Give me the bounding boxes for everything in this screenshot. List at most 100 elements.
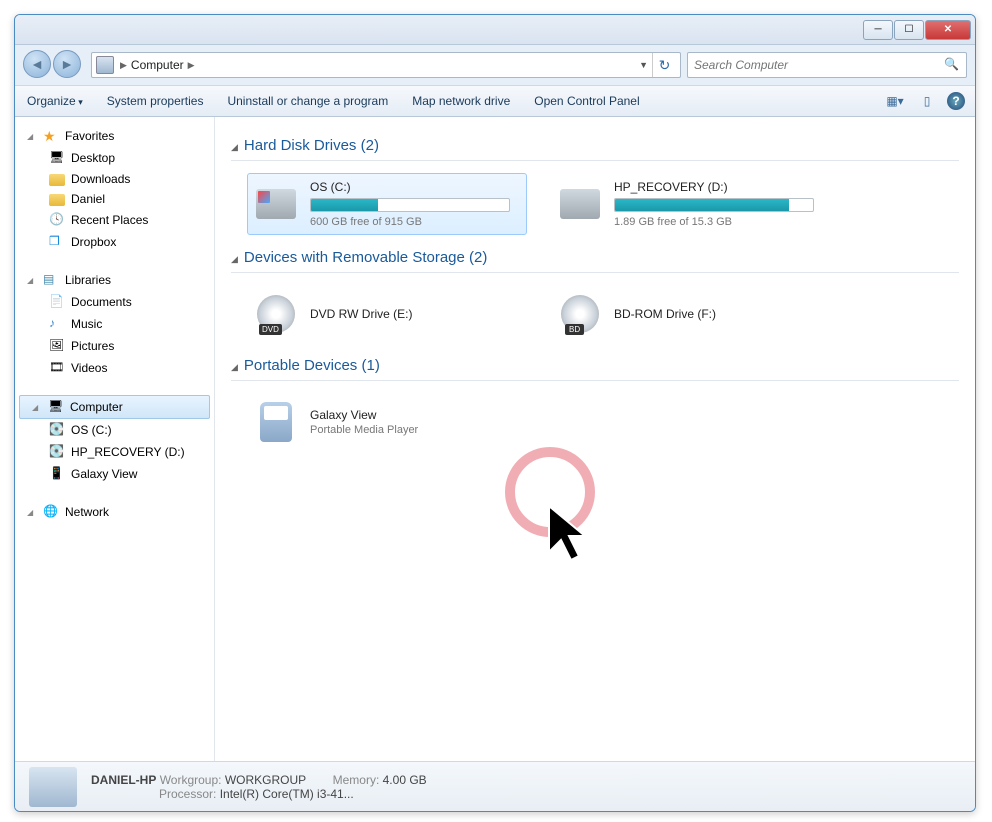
folder-icon bbox=[49, 174, 65, 186]
breadcrumb-sep[interactable]: ▶ bbox=[186, 60, 197, 71]
computer-icon bbox=[96, 56, 114, 74]
refresh-button[interactable]: ↻ bbox=[652, 53, 676, 77]
storage-bar bbox=[310, 198, 510, 212]
breadcrumb-location[interactable]: Computer bbox=[129, 58, 186, 72]
dropbox-icon: ❒ bbox=[49, 234, 65, 250]
divider bbox=[231, 380, 959, 381]
back-button[interactable]: ◄ bbox=[23, 50, 51, 78]
sidebar-favorites-group: ★ Favorites 🖥Desktop Downloads Daniel 🕓R… bbox=[15, 125, 214, 253]
dvd-icon bbox=[254, 292, 298, 336]
device-icon: 📱 bbox=[49, 466, 65, 482]
organize-menu[interactable]: Organize bbox=[25, 90, 85, 112]
network-icon: 🌐 bbox=[43, 504, 59, 520]
sidebar-computer-header[interactable]: 🖥 Computer bbox=[19, 395, 210, 419]
drive-sub: Portable Media Player bbox=[310, 424, 520, 436]
libraries-label: Libraries bbox=[65, 273, 111, 287]
section-hdd-header[interactable]: Hard Disk Drives (2) bbox=[231, 133, 959, 158]
sidebar-favorites-header[interactable]: ★ Favorites bbox=[15, 125, 214, 147]
section-removable-header[interactable]: Devices with Removable Storage (2) bbox=[231, 245, 959, 270]
status-bar: DANIEL-HP Workgroup: WORKGROUP Memory: 4… bbox=[15, 761, 975, 811]
drive-icon: 💽 bbox=[49, 444, 65, 460]
minimize-button[interactable]: ─ bbox=[863, 20, 893, 40]
drive-info: HP_RECOVERY (D:) 1.89 GB free of 15.3 GB bbox=[614, 180, 824, 228]
titlebar: ─ ☐ ✕ bbox=[15, 15, 975, 45]
drive-os[interactable]: OS (C:) 600 GB free of 915 GB bbox=[247, 173, 527, 235]
control-panel-button[interactable]: Open Control Panel bbox=[532, 90, 641, 112]
click-highlight-circle bbox=[505, 447, 595, 537]
drive-dvd[interactable]: DVD RW Drive (E:) bbox=[247, 285, 527, 343]
help-button[interactable]: ? bbox=[947, 92, 965, 110]
drive-galaxy[interactable]: Galaxy View Portable Media Player bbox=[247, 393, 527, 451]
address-row: ◄ ► ▶ Computer ▶ ▼ ↻ 🔍 bbox=[15, 45, 975, 85]
address-bar[interactable]: ▶ Computer ▶ ▼ ↻ bbox=[91, 52, 681, 78]
documents-icon: 📄 bbox=[49, 294, 65, 310]
sidebar-item-dropbox[interactable]: ❒Dropbox bbox=[15, 231, 214, 253]
preview-pane-button[interactable]: ▯ bbox=[915, 91, 939, 111]
cursor-icon bbox=[545, 502, 595, 572]
search-box[interactable]: 🔍 bbox=[687, 52, 967, 78]
media-player-icon bbox=[254, 400, 298, 444]
nav-buttons: ◄ ► bbox=[23, 50, 85, 80]
star-icon: ★ bbox=[43, 128, 59, 144]
sidebar-item-recovery[interactable]: 💽HP_RECOVERY (D:) bbox=[15, 441, 214, 463]
music-icon: ♪ bbox=[49, 316, 65, 332]
view-mode-button[interactable]: ▦▾ bbox=[883, 91, 907, 111]
sidebar-computer-group: 🖥 Computer 💽OS (C:) 💽HP_RECOVERY (D:) 📱G… bbox=[15, 395, 214, 485]
map-drive-button[interactable]: Map network drive bbox=[410, 90, 512, 112]
sidebar-item-music[interactable]: ♪Music bbox=[15, 313, 214, 335]
drive-free: 1.89 GB free of 15.3 GB bbox=[614, 216, 824, 228]
videos-icon: 🎞 bbox=[49, 360, 65, 376]
sidebar-item-daniel[interactable]: Daniel bbox=[15, 189, 214, 209]
drive-free: 600 GB free of 915 GB bbox=[310, 216, 520, 228]
removable-row: DVD RW Drive (E:) BD-ROM Drive (F:) bbox=[231, 281, 959, 347]
search-input[interactable] bbox=[694, 58, 944, 72]
drive-info: DVD RW Drive (E:) bbox=[310, 307, 520, 321]
computer-icon: 🖥 bbox=[48, 399, 64, 415]
drive-info: OS (C:) 600 GB free of 915 GB bbox=[310, 180, 520, 228]
address-dropdown[interactable]: ▼ bbox=[635, 60, 652, 70]
favorites-label: Favorites bbox=[65, 129, 114, 143]
drive-name: DVD RW Drive (E:) bbox=[310, 307, 520, 321]
breadcrumb-sep: ▶ bbox=[118, 60, 129, 71]
toolbar: Organize System properties Uninstall or … bbox=[15, 85, 975, 117]
forward-button[interactable]: ► bbox=[53, 50, 81, 78]
drive-name: Galaxy View bbox=[310, 408, 520, 422]
search-icon[interactable]: 🔍 bbox=[944, 57, 960, 73]
maximize-button[interactable]: ☐ bbox=[894, 20, 924, 40]
body-area: ★ Favorites 🖥Desktop Downloads Daniel 🕓R… bbox=[15, 117, 975, 763]
sidebar-item-galaxy[interactable]: 📱Galaxy View bbox=[15, 463, 214, 485]
close-button[interactable]: ✕ bbox=[925, 20, 971, 40]
pictures-icon: 🖼 bbox=[49, 338, 65, 354]
sidebar-item-os[interactable]: 💽OS (C:) bbox=[15, 419, 214, 441]
drive-name: OS (C:) bbox=[310, 180, 520, 194]
sidebar-item-pictures[interactable]: 🖼Pictures bbox=[15, 335, 214, 357]
sidebar-network-group: 🌐 Network bbox=[15, 501, 214, 523]
system-properties-button[interactable]: System properties bbox=[105, 90, 206, 112]
folder-icon bbox=[49, 194, 65, 206]
sidebar-libraries-header[interactable]: ▤ Libraries bbox=[15, 269, 214, 291]
hdd-icon bbox=[254, 182, 298, 226]
sidebar-item-downloads[interactable]: Downloads bbox=[15, 169, 214, 189]
drive-recovery[interactable]: HP_RECOVERY (D:) 1.89 GB free of 15.3 GB bbox=[551, 173, 831, 235]
libraries-icon: ▤ bbox=[43, 272, 59, 288]
sidebar-item-recent[interactable]: 🕓Recent Places bbox=[15, 209, 214, 231]
computer-label: Computer bbox=[70, 400, 123, 414]
sidebar-item-desktop[interactable]: 🖥Desktop bbox=[15, 147, 214, 169]
hdd-icon bbox=[558, 182, 602, 226]
uninstall-button[interactable]: Uninstall or change a program bbox=[225, 90, 390, 112]
drive-icon: 💽 bbox=[49, 422, 65, 438]
drive-name: HP_RECOVERY (D:) bbox=[614, 180, 824, 194]
divider bbox=[231, 160, 959, 161]
network-label: Network bbox=[65, 505, 109, 519]
main-content: Hard Disk Drives (2) OS (C:) 600 GB free… bbox=[215, 117, 975, 763]
drive-info: Galaxy View Portable Media Player bbox=[310, 408, 520, 436]
sidebar-network-header[interactable]: 🌐 Network bbox=[15, 501, 214, 523]
divider bbox=[231, 272, 959, 273]
sidebar-libraries-group: ▤ Libraries 📄Documents ♪Music 🖼Pictures … bbox=[15, 269, 214, 379]
storage-bar bbox=[614, 198, 814, 212]
section-portable-header[interactable]: Portable Devices (1) bbox=[231, 353, 959, 378]
sidebar-item-videos[interactable]: 🎞Videos bbox=[15, 357, 214, 379]
drive-bd[interactable]: BD-ROM Drive (F:) bbox=[551, 285, 831, 343]
drive-name: BD-ROM Drive (F:) bbox=[614, 307, 824, 321]
sidebar-item-documents[interactable]: 📄Documents bbox=[15, 291, 214, 313]
